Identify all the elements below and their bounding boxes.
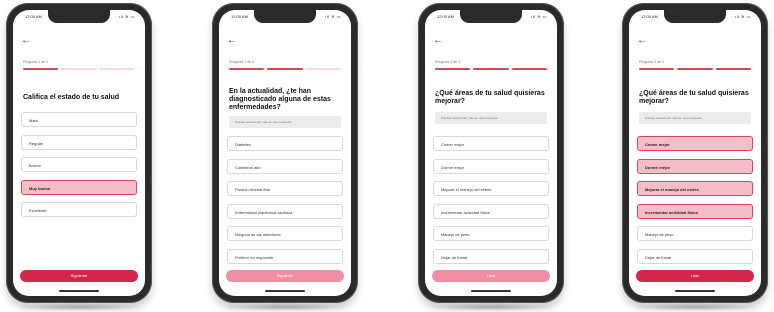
back-arrow-icon[interactable]: ← <box>637 36 647 46</box>
phone-screen-1: 12:00 AM ıll ≋ ▭ ← Pregunta 1 de 3 Calif… <box>13 10 145 296</box>
back-arrow-icon[interactable]: ← <box>433 36 443 46</box>
status-icons: ıll ≋ ▭ <box>119 14 135 19</box>
question-title: Califica el estado de tu salud <box>23 94 120 101</box>
multi-select-note: Puedes seleccionar más de una respuesta <box>229 116 341 128</box>
phone-frame-3: 12:00 AM ıll ≋ ▭ ← Pregunta 3 de 3 ¿Qué … <box>418 3 564 311</box>
answer-option[interactable]: Regular <box>21 134 137 150</box>
answer-option[interactable]: Mala <box>21 112 137 127</box>
status-time: 12:00 AM <box>437 14 454 19</box>
answer-option[interactable]: Diabetes <box>227 136 343 151</box>
question-title: ¿Qué áreas de tu salud quisieras mejorar… <box>435 90 545 105</box>
answer-option[interactable]: Incrementar actividad física <box>433 203 549 219</box>
answer-option[interactable]: Excelente <box>21 202 137 218</box>
status-time: 12:00 AM <box>231 14 248 19</box>
status-time: 12:00 AM <box>25 14 42 19</box>
status-icons: ıll ≋ ▭ <box>325 14 341 19</box>
answer-option[interactable]: Dormir mejor <box>637 158 753 174</box>
answer-option[interactable]: Dormir mejor <box>433 158 549 174</box>
progress-bar <box>435 68 547 70</box>
answer-option[interactable]: Comer mejor <box>433 136 549 151</box>
progress-segment <box>511 68 547 70</box>
answer-option[interactable]: Colesterol alto <box>227 158 343 174</box>
progress-segment <box>99 68 135 70</box>
home-indicator <box>471 290 511 292</box>
progress-segment <box>473 68 509 70</box>
answer-option[interactable]: Incrementar actividad física <box>637 203 753 219</box>
answer-options: Diabetes Colesterol alto Presión Arteria… <box>227 136 343 272</box>
answer-option[interactable]: Ninguna de las anteriores <box>227 226 343 242</box>
answer-option[interactable]: Presión Arterial Alta <box>227 181 343 197</box>
phone-notch <box>460 10 522 23</box>
answer-option[interactable]: Mejorar el manejo del estrés <box>637 181 753 197</box>
answer-option[interactable]: Manejo de peso <box>637 226 753 242</box>
progress-segment <box>677 68 713 70</box>
progress-bar <box>229 68 341 70</box>
progress-segment <box>715 68 751 70</box>
phone-screen-2: 12:00 AM ıll ≋ ▭ ← Pregunta 2 de 3 En la… <box>219 10 351 296</box>
done-button[interactable]: Listo <box>636 270 754 282</box>
next-button[interactable]: Siguiente <box>20 270 138 282</box>
phone-frame-1: 12:00 AM ıll ≋ ▭ ← Pregunta 1 de 3 Calif… <box>6 3 152 311</box>
step-label: Pregunta 2 de 3 <box>229 60 254 64</box>
progress-segment <box>305 68 341 70</box>
progress-bar <box>639 68 751 70</box>
question-title: ¿Qué áreas de tu salud quisieras mejorar… <box>639 90 749 105</box>
answer-option[interactable]: Manejo de peso <box>433 226 549 242</box>
progress-bar <box>23 68 135 70</box>
phone-screen-3: 12:00 AM ıll ≋ ▭ ← Pregunta 3 de 3 ¿Qué … <box>425 10 557 296</box>
status-icons: ıll ≋ ▭ <box>531 14 547 19</box>
phone-screen-4: 12:00 AM ıll ≋ ▭ ← Pregunta 3 de 3 ¿Qué … <box>629 10 761 296</box>
step-label: Pregunta 3 de 3 <box>639 60 664 64</box>
phone-notch <box>664 10 726 23</box>
phone-notch <box>254 10 316 23</box>
answer-options: Mala Regular Buena Muy buena Excelente <box>21 112 137 225</box>
progress-segment <box>435 68 471 70</box>
home-indicator <box>265 290 305 292</box>
home-indicator <box>675 290 715 292</box>
progress-segment <box>61 68 97 70</box>
back-arrow-icon[interactable]: ← <box>227 36 237 46</box>
answer-option[interactable]: Comer mejor <box>637 136 753 151</box>
status-time: 12:00 AM <box>641 14 658 19</box>
answer-options: Comer mejor Dormir mejor Mejorar el mane… <box>637 136 753 272</box>
answer-option[interactable]: Prefiero no responder <box>227 248 343 264</box>
answer-option[interactable]: Muy buena <box>21 179 137 195</box>
multi-select-note: Puedes seleccionar más de una respuesta <box>639 112 751 124</box>
question-title: En la actualidad, ¿te han diagnosticado … <box>229 88 331 111</box>
status-icons: ıll ≋ ▭ <box>735 14 751 19</box>
answer-option[interactable]: Enfermedad Isquémica cardiaca <box>227 203 343 219</box>
home-indicator <box>59 290 99 292</box>
step-label: Pregunta 3 de 3 <box>435 60 460 64</box>
next-button[interactable]: Siguiente <box>226 270 344 282</box>
progress-segment <box>23 68 59 70</box>
back-arrow-icon[interactable]: ← <box>21 36 31 46</box>
phone-frame-4: 12:00 AM ıll ≋ ▭ ← Pregunta 3 de 3 ¿Qué … <box>622 3 768 311</box>
answer-option[interactable]: Mejorar el manejo del estrés <box>433 181 549 197</box>
step-label: Pregunta 1 de 3 <box>23 60 48 64</box>
done-button[interactable]: Listo <box>432 270 550 282</box>
multi-select-note: Puedes seleccionar más de una respuesta <box>435 112 547 124</box>
progress-segment <box>267 68 303 70</box>
progress-segment <box>639 68 675 70</box>
answer-options: Comer mejor Dormir mejor Mejorar el mane… <box>433 136 549 272</box>
progress-segment <box>229 68 265 70</box>
answer-option[interactable]: Dejar de fumar <box>637 248 753 264</box>
answer-option[interactable]: Buena <box>21 157 137 173</box>
answer-option[interactable]: Dejar de fumar <box>433 248 549 264</box>
phone-frame-2: 12:00 AM ıll ≋ ▭ ← Pregunta 2 de 3 En la… <box>212 3 358 311</box>
phone-notch <box>48 10 110 23</box>
